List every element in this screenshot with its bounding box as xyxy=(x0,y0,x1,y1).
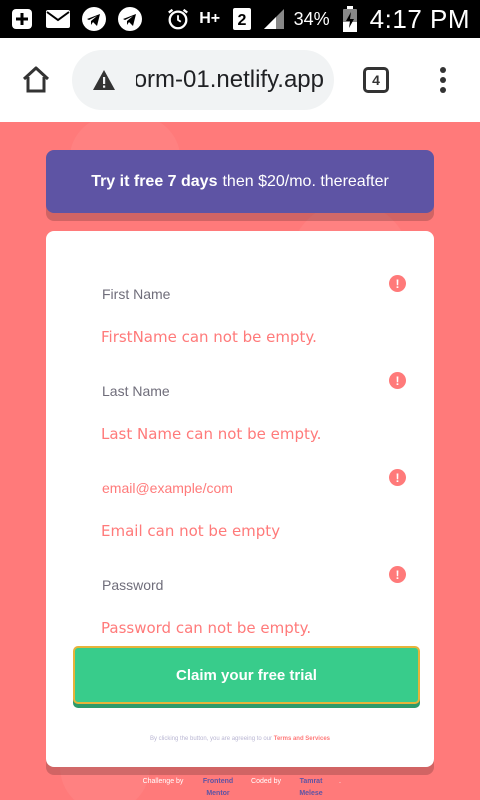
web-page: Try it free 7 days then $20/mo. thereaft… xyxy=(0,122,480,800)
status-bar: H+ 2 34% 4:17 PM xyxy=(0,0,480,38)
email-field: ! xyxy=(102,463,406,513)
terms-notice: By clicking the button, you are agreeing… xyxy=(46,736,434,742)
terms-prefix: By clicking the button, you are agreeing… xyxy=(149,736,273,742)
trial-banner-highlight: Try it free 7 days xyxy=(91,172,218,190)
not-secure-warning-icon[interactable] xyxy=(72,69,136,91)
home-button[interactable] xyxy=(0,38,72,122)
last-name-error: Last Name can not be empty. xyxy=(101,425,322,443)
attribution-coded-by: Coded by xyxy=(251,778,281,785)
frontend-mentor-link[interactable]: Frontend Mentor xyxy=(195,776,241,800)
attribution-period: . xyxy=(339,778,341,785)
clock: 4:17 PM xyxy=(369,3,470,34)
telegram-icon xyxy=(118,7,142,31)
error-icon: ! xyxy=(389,372,406,389)
battery-charging-icon xyxy=(338,6,362,32)
password-field: ! xyxy=(102,560,406,610)
terms-link[interactable]: Terms and Services xyxy=(274,736,330,742)
signal-icon xyxy=(262,7,286,31)
signup-form-card: ! FirstName can not be empty. ! Last Nam… xyxy=(46,231,434,767)
sim-2-icon: 2 xyxy=(230,7,254,31)
browser-toolbar: orm-01.netlify.app 4 xyxy=(0,38,480,122)
password-input[interactable] xyxy=(102,560,398,610)
trial-banner-text: then $20/mo. thereafter xyxy=(222,172,389,190)
add-box-icon xyxy=(10,7,34,31)
home-icon xyxy=(22,66,50,93)
password-error: Password can not be empty. xyxy=(101,619,312,637)
error-icon: ! xyxy=(389,566,406,583)
attribution: Challenge by Frontend Mentor Coded by Ta… xyxy=(0,776,480,800)
first-name-error: FirstName can not be empty. xyxy=(101,328,317,346)
telegram-icon xyxy=(82,7,106,31)
url-text[interactable]: orm-01.netlify.app xyxy=(136,66,334,94)
first-name-input[interactable] xyxy=(102,269,398,319)
address-bar[interactable]: orm-01.netlify.app xyxy=(72,50,334,110)
last-name-input[interactable] xyxy=(102,366,398,416)
more-vert-icon xyxy=(440,67,446,93)
attribution-challenge-by: Challenge by xyxy=(142,778,184,785)
alarm-icon xyxy=(166,7,190,31)
email-input[interactable] xyxy=(102,463,398,513)
error-icon: ! xyxy=(389,275,406,292)
email-error: Email can not be empty xyxy=(101,522,281,540)
claim-free-trial-button[interactable]: Claim your free trial xyxy=(73,646,420,704)
hplus-icon: H+ xyxy=(199,10,221,27)
error-icon: ! xyxy=(389,469,406,486)
battery-percent: 34% xyxy=(293,8,330,29)
svg-text:2: 2 xyxy=(237,12,246,29)
mail-icon xyxy=(46,7,70,31)
trial-banner: Try it free 7 days then $20/mo. thereaft… xyxy=(46,150,434,213)
author-link[interactable]: Tamrat Melese xyxy=(290,776,332,800)
first-name-field: ! xyxy=(102,269,406,319)
last-name-field: ! xyxy=(102,366,406,416)
tab-count: 4 xyxy=(363,67,389,93)
overflow-menu-button[interactable] xyxy=(418,38,468,122)
tab-switcher-button[interactable]: 4 xyxy=(334,38,418,122)
